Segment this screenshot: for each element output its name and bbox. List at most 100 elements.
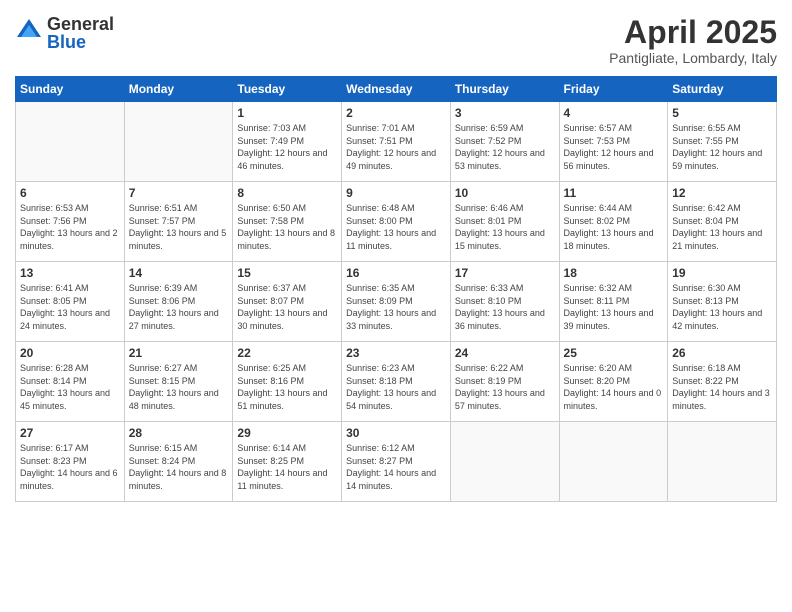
calendar-cell: 22 Sunrise: 6:25 AM Sunset: 8:16 PM Dayli… <box>233 342 342 422</box>
day-number: 19 <box>672 266 772 280</box>
day-number: 25 <box>564 346 664 360</box>
day-info: Sunrise: 6:41 AM Sunset: 8:05 PM Dayligh… <box>20 282 120 332</box>
day-number: 13 <box>20 266 120 280</box>
day-number: 28 <box>129 426 229 440</box>
day-info: Sunrise: 6:46 AM Sunset: 8:01 PM Dayligh… <box>455 202 555 252</box>
calendar-cell: 15 Sunrise: 6:37 AM Sunset: 8:07 PM Dayli… <box>233 262 342 342</box>
calendar-cell: 11Sunrise: 6:44 AM Sunset: 8:02 PM Dayli… <box>559 182 668 262</box>
weekday-header: Tuesday <box>233 77 342 102</box>
calendar-cell: 30 Sunrise: 6:12 AM Sunset: 8:27 PM Dayli… <box>342 422 451 502</box>
day-number: 23 <box>346 346 446 360</box>
header: General Blue April 2025 Pantigliate, Lom… <box>15 15 777 66</box>
weekday-header: Thursday <box>450 77 559 102</box>
calendar-cell: 19 Sunrise: 6:30 AM Sunset: 8:13 PM Dayli… <box>668 262 777 342</box>
day-number: 17 <box>455 266 555 280</box>
calendar-cell: 7Sunrise: 6:51 AM Sunset: 7:57 PM Daylig… <box>124 182 233 262</box>
day-info: Sunrise: 6:12 AM Sunset: 8:27 PM Dayligh… <box>346 442 446 492</box>
day-info: Sunrise: 6:28 AM Sunset: 8:14 PM Dayligh… <box>20 362 120 412</box>
day-number: 10 <box>455 186 555 200</box>
day-number: 15 <box>237 266 337 280</box>
day-info: Sunrise: 6:42 AM Sunset: 8:04 PM Dayligh… <box>672 202 772 252</box>
day-info: Sunrise: 6:25 AM Sunset: 8:16 PM Dayligh… <box>237 362 337 412</box>
day-number: 3 <box>455 106 555 120</box>
calendar-cell: 5 Sunrise: 6:55 AM Sunset: 7:55 PM Daylig… <box>668 102 777 182</box>
calendar-cell: 29 Sunrise: 6:14 AM Sunset: 8:25 PM Dayli… <box>233 422 342 502</box>
calendar-cell: 28 Sunrise: 6:15 AM Sunset: 8:24 PM Dayli… <box>124 422 233 502</box>
day-info: Sunrise: 6:48 AM Sunset: 8:00 PM Dayligh… <box>346 202 446 252</box>
day-number: 6 <box>20 186 120 200</box>
day-info: Sunrise: 6:17 AM Sunset: 8:23 PM Dayligh… <box>20 442 120 492</box>
weekday-header: Sunday <box>16 77 125 102</box>
calendar-week-row: 6Sunrise: 6:53 AM Sunset: 7:56 PM Daylig… <box>16 182 777 262</box>
calendar-header-row: SundayMondayTuesdayWednesdayThursdayFrid… <box>16 77 777 102</box>
day-info: Sunrise: 6:37 AM Sunset: 8:07 PM Dayligh… <box>237 282 337 332</box>
day-info: Sunrise: 6:20 AM Sunset: 8:20 PM Dayligh… <box>564 362 664 412</box>
day-number: 2 <box>346 106 446 120</box>
calendar-cell: 24Sunrise: 6:22 AM Sunset: 8:19 PM Dayli… <box>450 342 559 422</box>
day-number: 11 <box>564 186 664 200</box>
day-number: 4 <box>564 106 664 120</box>
calendar-cell: 4Sunrise: 6:57 AM Sunset: 7:53 PM Daylig… <box>559 102 668 182</box>
weekday-header: Wednesday <box>342 77 451 102</box>
logo-blue: Blue <box>47 33 114 51</box>
day-info: Sunrise: 6:30 AM Sunset: 8:13 PM Dayligh… <box>672 282 772 332</box>
day-number: 8 <box>237 186 337 200</box>
calendar-cell <box>124 102 233 182</box>
month-title: April 2025 <box>609 15 777 50</box>
day-number: 7 <box>129 186 229 200</box>
title-block: April 2025 Pantigliate, Lombardy, Italy <box>609 15 777 66</box>
calendar-cell <box>450 422 559 502</box>
day-info: Sunrise: 6:32 AM Sunset: 8:11 PM Dayligh… <box>564 282 664 332</box>
day-info: Sunrise: 6:27 AM Sunset: 8:15 PM Dayligh… <box>129 362 229 412</box>
calendar-cell: 14 Sunrise: 6:39 AM Sunset: 8:06 PM Dayli… <box>124 262 233 342</box>
day-info: Sunrise: 6:59 AM Sunset: 7:52 PM Dayligh… <box>455 122 555 172</box>
calendar-cell: 10 Sunrise: 6:46 AM Sunset: 8:01 PM Dayli… <box>450 182 559 262</box>
day-number: 14 <box>129 266 229 280</box>
calendar-cell: 3 Sunrise: 6:59 AM Sunset: 7:52 PM Daylig… <box>450 102 559 182</box>
day-number: 21 <box>129 346 229 360</box>
day-number: 5 <box>672 106 772 120</box>
day-number: 18 <box>564 266 664 280</box>
calendar-week-row: 20 Sunrise: 6:28 AM Sunset: 8:14 PM Dayli… <box>16 342 777 422</box>
day-number: 1 <box>237 106 337 120</box>
weekday-header: Friday <box>559 77 668 102</box>
calendar-cell: 12 Sunrise: 6:42 AM Sunset: 8:04 PM Dayli… <box>668 182 777 262</box>
calendar-cell: 26Sunrise: 6:18 AM Sunset: 8:22 PM Dayli… <box>668 342 777 422</box>
calendar-cell: 17 Sunrise: 6:33 AM Sunset: 8:10 PM Dayli… <box>450 262 559 342</box>
day-number: 30 <box>346 426 446 440</box>
day-number: 12 <box>672 186 772 200</box>
day-info: Sunrise: 7:01 AM Sunset: 7:51 PM Dayligh… <box>346 122 446 172</box>
weekday-header: Monday <box>124 77 233 102</box>
calendar-cell: 25 Sunrise: 6:20 AM Sunset: 8:20 PM Dayli… <box>559 342 668 422</box>
day-info: Sunrise: 6:39 AM Sunset: 8:06 PM Dayligh… <box>129 282 229 332</box>
day-number: 9 <box>346 186 446 200</box>
day-info: Sunrise: 6:33 AM Sunset: 8:10 PM Dayligh… <box>455 282 555 332</box>
page: General Blue April 2025 Pantigliate, Lom… <box>0 0 792 612</box>
day-info: Sunrise: 6:15 AM Sunset: 8:24 PM Dayligh… <box>129 442 229 492</box>
day-number: 22 <box>237 346 337 360</box>
day-info: Sunrise: 7:03 AM Sunset: 7:49 PM Dayligh… <box>237 122 337 172</box>
day-info: Sunrise: 6:22 AM Sunset: 8:19 PM Dayligh… <box>455 362 555 412</box>
day-number: 29 <box>237 426 337 440</box>
day-info: Sunrise: 6:55 AM Sunset: 7:55 PM Dayligh… <box>672 122 772 172</box>
logo-text: General Blue <box>47 15 114 51</box>
day-number: 20 <box>20 346 120 360</box>
calendar-cell <box>16 102 125 182</box>
calendar-cell <box>559 422 668 502</box>
day-number: 26 <box>672 346 772 360</box>
calendar-week-row: 27Sunrise: 6:17 AM Sunset: 8:23 PM Dayli… <box>16 422 777 502</box>
calendar-week-row: 1 Sunrise: 7:03 AM Sunset: 7:49 PM Daylig… <box>16 102 777 182</box>
calendar-cell: 16Sunrise: 6:35 AM Sunset: 8:09 PM Dayli… <box>342 262 451 342</box>
day-info: Sunrise: 6:35 AM Sunset: 8:09 PM Dayligh… <box>346 282 446 332</box>
calendar-cell: 27Sunrise: 6:17 AM Sunset: 8:23 PM Dayli… <box>16 422 125 502</box>
calendar-cell <box>668 422 777 502</box>
calendar-cell: 23 Sunrise: 6:23 AM Sunset: 8:18 PM Dayli… <box>342 342 451 422</box>
day-info: Sunrise: 6:14 AM Sunset: 8:25 PM Dayligh… <box>237 442 337 492</box>
logo-general: General <box>47 15 114 33</box>
calendar-table: SundayMondayTuesdayWednesdayThursdayFrid… <box>15 76 777 502</box>
calendar-cell: 1 Sunrise: 7:03 AM Sunset: 7:49 PM Daylig… <box>233 102 342 182</box>
calendar-cell: 6Sunrise: 6:53 AM Sunset: 7:56 PM Daylig… <box>16 182 125 262</box>
calendar-cell: 21 Sunrise: 6:27 AM Sunset: 8:15 PM Dayli… <box>124 342 233 422</box>
calendar-cell: 20 Sunrise: 6:28 AM Sunset: 8:14 PM Dayli… <box>16 342 125 422</box>
day-info: Sunrise: 6:23 AM Sunset: 8:18 PM Dayligh… <box>346 362 446 412</box>
